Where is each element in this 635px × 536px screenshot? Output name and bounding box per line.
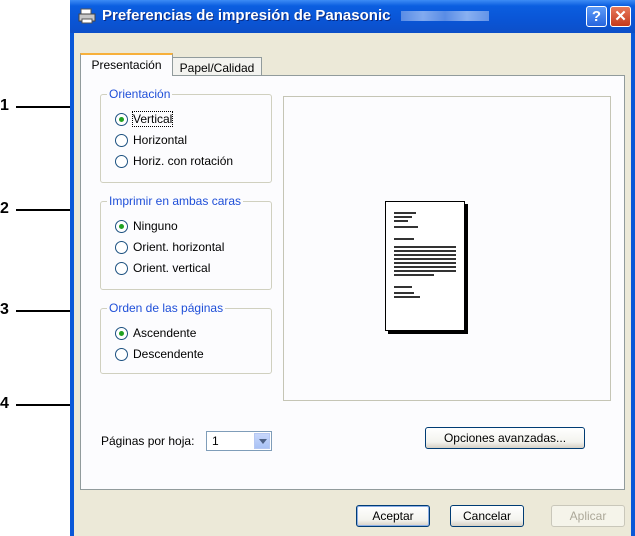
duplex-group: Imprimir en ambas caras Ninguno Orient. … xyxy=(100,194,272,290)
radio-button[interactable] xyxy=(115,348,128,361)
pages-per-sheet-label: Páginas por hoja: xyxy=(101,434,195,448)
dialog-client-area: Presentación Papel/Calidad Orientación V… xyxy=(74,33,631,536)
tab-panel-presentacion: Orientación Vertical Horizontal Horiz. c… xyxy=(80,75,625,490)
chevron-down-icon[interactable] xyxy=(254,433,270,449)
print-preferences-dialog: Preferencias de impresión de Panasonic ?… xyxy=(70,0,635,536)
layout-preview xyxy=(283,96,611,401)
duplex-legend: Imprimir en ambas caras xyxy=(107,194,244,208)
window-title: Preferencias de impresión de Panasonic xyxy=(102,7,489,24)
pages-per-sheet-select[interactable]: 1 xyxy=(206,431,272,451)
apply-button: Aplicar xyxy=(551,505,625,527)
orientation-legend: Orientación xyxy=(107,87,173,101)
help-icon: ? xyxy=(591,8,602,25)
help-button[interactable]: ? xyxy=(586,6,607,27)
close-icon: ✕ xyxy=(614,8,627,25)
radio-label: Vertical xyxy=(131,111,174,127)
redacted-model-name xyxy=(400,11,489,22)
title-bar[interactable]: Preferencias de impresión de Panasonic ?… xyxy=(70,0,635,33)
ok-button[interactable]: Aceptar xyxy=(356,505,430,527)
radio-button-selected[interactable] xyxy=(115,327,128,340)
printer-icon xyxy=(78,8,96,24)
tab-presentacion[interactable]: Presentación xyxy=(80,53,173,76)
orientation-group: Orientación Vertical Horizontal Horiz. c… xyxy=(100,87,272,183)
radio-button-selected[interactable] xyxy=(115,113,128,126)
radio-label: Horiz. con rotación xyxy=(133,154,234,168)
window-title-text: Preferencias de impresión de Panasonic xyxy=(102,7,391,24)
pages-per-sheet-value: 1 xyxy=(212,434,219,448)
page-preview-icon xyxy=(385,201,465,331)
advanced-options-button[interactable]: Opciones avanzadas... xyxy=(425,427,585,449)
radio-button[interactable] xyxy=(115,262,128,275)
radio-button[interactable] xyxy=(115,134,128,147)
radio-button[interactable] xyxy=(115,241,128,254)
radio-label: Horizontal xyxy=(133,133,188,147)
radio-label: Orient. horizontal xyxy=(133,240,225,254)
radio-label: Orient. vertical xyxy=(133,261,211,275)
radio-button[interactable] xyxy=(115,155,128,168)
radio-label: Descendente xyxy=(133,347,204,361)
radio-label: Ninguno xyxy=(133,219,178,233)
page-order-group: Orden de las páginas Ascendente Descende… xyxy=(100,301,272,374)
radio-label: Ascendente xyxy=(133,326,197,340)
cancel-button[interactable]: Cancelar xyxy=(450,505,524,527)
page-order-legend: Orden de las páginas xyxy=(107,301,226,315)
radio-button-selected[interactable] xyxy=(115,220,128,233)
close-button[interactable]: ✕ xyxy=(610,6,631,27)
